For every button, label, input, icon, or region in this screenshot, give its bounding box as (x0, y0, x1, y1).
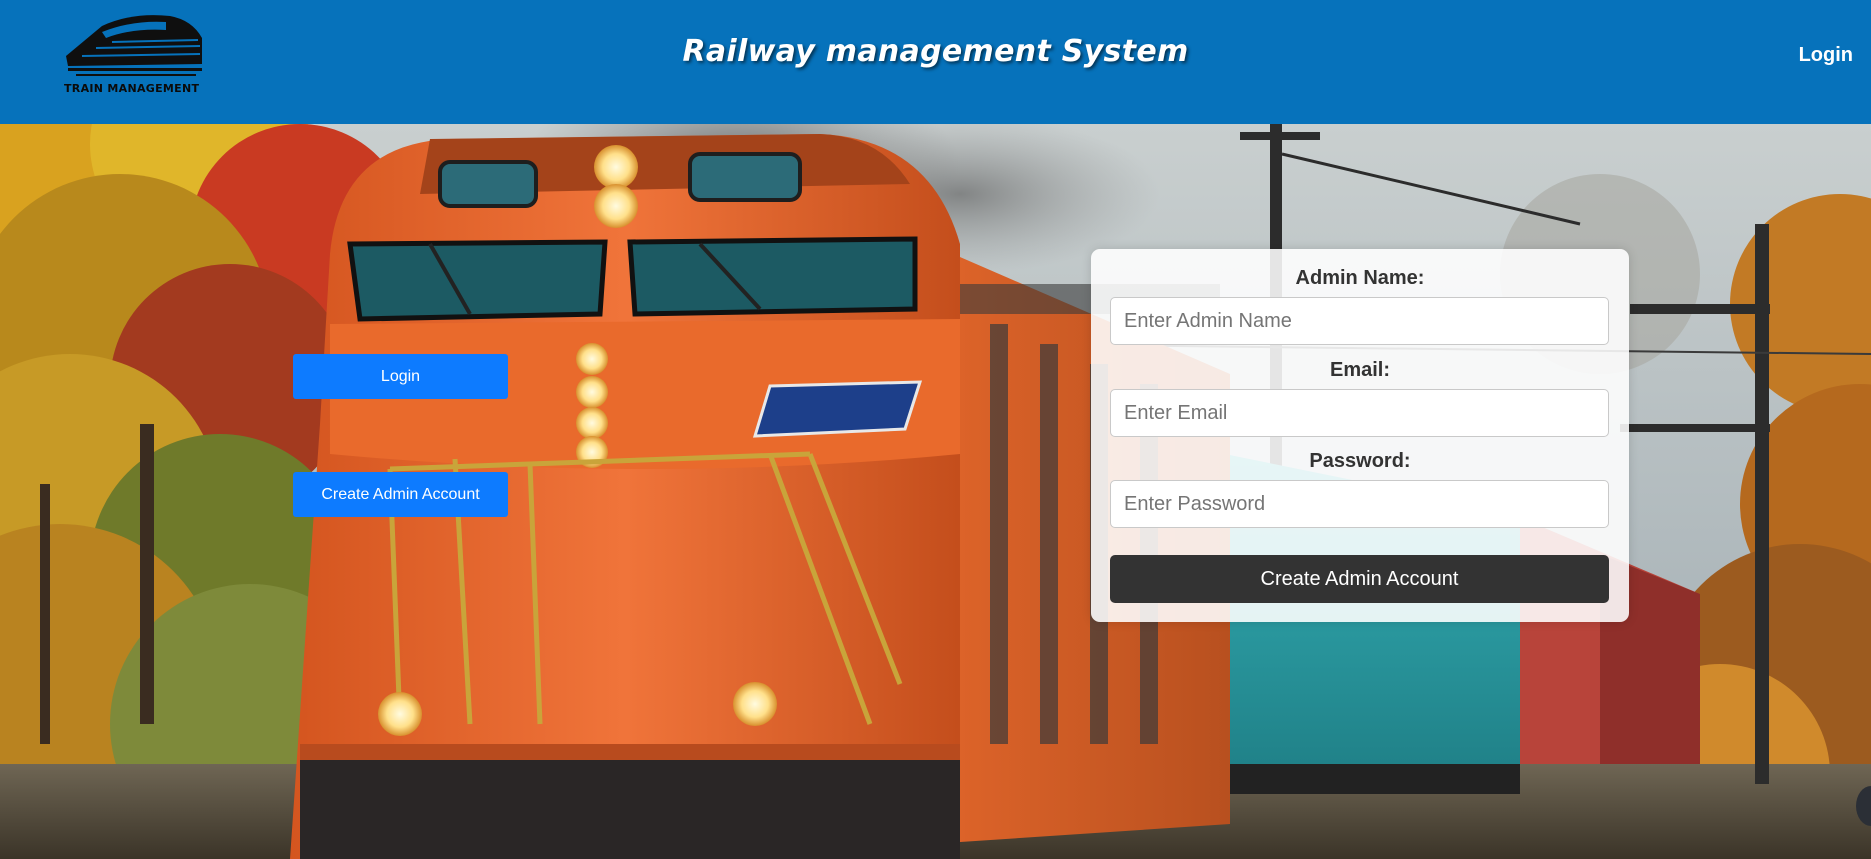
password-label: Password: (1309, 450, 1411, 472)
create-admin-account-button[interactable]: Create Admin Account (293, 472, 508, 517)
top-header: TRAIN MANAGEMENT Railway management Syst… (0, 0, 1871, 124)
admin-name-label: Admin Name: (1295, 267, 1425, 289)
login-button[interactable]: Login (293, 354, 508, 399)
email-label: Email: (1329, 359, 1391, 381)
header-login-link[interactable]: Login (1799, 44, 1853, 67)
logo-text: TRAIN MANAGEMENT (64, 82, 200, 95)
page-title: Railway management System (682, 34, 1189, 69)
admin-form: Admin Name: Email: Password: Create Admi… (1091, 249, 1629, 622)
email-input[interactable] (1110, 389, 1609, 437)
create-admin-submit-button[interactable]: Create Admin Account (1110, 555, 1609, 603)
admin-name-input[interactable] (1110, 297, 1609, 345)
password-input[interactable] (1110, 480, 1609, 528)
page: TRAIN MANAGEMENT Railway management Syst… (0, 0, 1871, 859)
